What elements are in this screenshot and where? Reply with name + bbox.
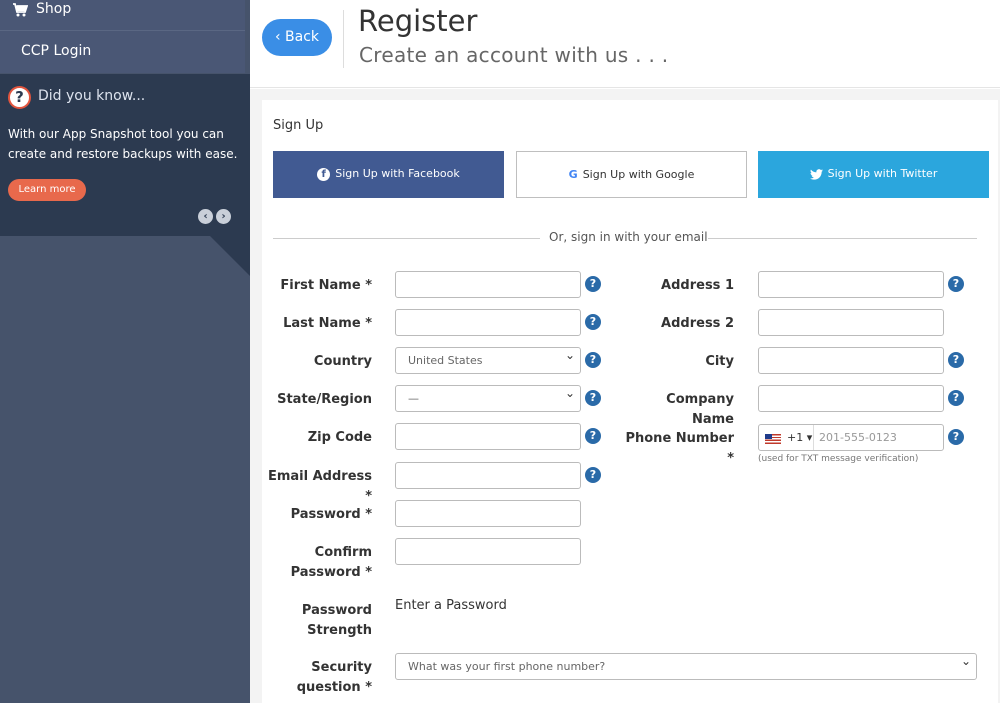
first-name-input[interactable] [395,271,581,298]
section-title: Sign Up [273,118,324,133]
address-2-input[interactable] [758,309,944,336]
confirm-password-input[interactable] [395,538,581,565]
chevron-right-icon[interactable]: › [216,209,231,224]
chevron-left-icon: ‹ [274,29,286,45]
help-icon[interactable]: ? [585,352,601,368]
zip-code-input[interactable] [395,423,581,450]
back-label: Back [285,29,320,45]
help-icon[interactable]: ? [585,428,601,444]
company-name-input[interactable] [758,385,944,412]
facebook-label: Sign Up with Facebook [335,167,460,180]
phone-country-code[interactable]: +1 ▾ [787,425,812,450]
last-name-label: Last Name * [283,316,372,331]
state-region-label: State/Region [277,392,372,407]
facebook-signup-button[interactable]: f Sign Up with Facebook [273,151,504,198]
phone-number-input[interactable]: +1 ▾ 201-555-0123 [758,424,944,451]
state-region-select[interactable]: — [395,381,581,412]
email-address-input[interactable] [395,462,581,489]
register-form-card: Sign Up f Sign Up with Facebook G Sign Up … [262,100,998,703]
company-name-label: Company Name [666,392,734,427]
confirm-password-label: Confirm Password * [262,543,372,583]
did-you-know-panel: ? Did you know... With our App Snapshot … [0,74,250,236]
page-title: Register [358,4,478,38]
last-name-input[interactable] [395,309,581,336]
city-label: City [705,354,734,369]
page-subtitle: Create an account with us . . . [359,43,669,67]
confirm-password-label-line2: Password * [290,565,372,580]
help-icon[interactable]: ? [585,467,601,483]
panel-tail [210,236,250,276]
google-label: Sign Up with Google [582,168,695,181]
country-select[interactable]: United States [395,343,581,374]
sidebar-item-shop[interactable]: Shop [0,0,245,30]
password-strength-value: Enter a Password [395,598,507,613]
phone-hint: (used for TXT message verification) [758,454,919,464]
help-icon[interactable]: ? [948,429,964,445]
main-content: Sign Up f Sign Up with Facebook G Sign Up … [250,89,1000,703]
facebook-icon: f [317,167,331,181]
divider-line [708,238,977,239]
phone-placeholder: 201-555-0123 [819,431,897,444]
sidebar-item-label: CCP Login [21,43,92,59]
password-strength-label: Password Strength [262,601,372,641]
security-question-select[interactable]: What was your first phone number? [395,649,977,680]
back-button[interactable]: ‹ Back [262,19,332,56]
chevron-left-icon[interactable]: ‹ [198,209,213,224]
confirm-password-label-line1: Confirm [314,545,372,560]
twitter-icon [809,168,823,180]
password-input[interactable] [395,500,581,527]
security-question-label-line1: Security [311,660,372,675]
zip-code-label: Zip Code [307,430,372,445]
sidebar-item-label: Shop [36,1,72,17]
twitter-label: Sign Up with Twitter [827,167,938,180]
address-1-label: Address 1 [661,278,734,293]
password-strength-label-line2: Strength [307,623,372,638]
help-icon[interactable]: ? [585,314,601,330]
sidebar-item-ccp-login[interactable]: CCP Login [0,31,245,73]
help-icon[interactable]: ? [585,390,601,406]
phone-divider [813,425,814,450]
security-question-label-line2: question * [296,680,372,695]
help-icon[interactable]: ? [948,352,964,368]
help-icon[interactable]: ? [585,276,601,292]
phone-number-label-line1: Phone Number [625,431,734,446]
password-label: Password * [290,507,372,522]
twitter-signup-button[interactable]: Sign Up with Twitter [758,151,989,198]
password-strength-label-line1: Password [301,603,372,618]
did-you-know-title: Did you know... [38,88,146,104]
help-icon[interactable]: ? [948,276,964,292]
security-question-label: Security question * [262,658,372,698]
shopping-cart-icon [13,3,28,17]
address-2-label: Address 2 [661,316,734,331]
learn-more-button[interactable]: Learn more [8,179,86,201]
google-signup-button[interactable]: G Sign Up with Google [516,151,747,198]
country-label: Country [313,354,372,369]
email-address-label: Email Address * [267,469,372,504]
first-name-label: First Name * [280,278,372,293]
us-flag-icon[interactable] [765,434,781,444]
help-icon[interactable]: ? [948,390,964,406]
phone-number-label: Phone Number * [622,429,734,469]
phone-number-label-line2: * [727,451,734,466]
header-divider [343,10,344,68]
divider-text: Or, sign in with your email [549,230,708,244]
city-input[interactable] [758,347,944,374]
divider-line [273,238,540,239]
did-you-know-text: With our App Snapshot tool you can creat… [8,127,238,161]
sidebar: Shop CCP Login ? Did you know... With ou… [0,0,250,703]
question-icon: ? [8,86,31,109]
address-1-input[interactable] [758,271,944,298]
google-icon: G [568,168,578,181]
page-header: ‹ Back Register Create an account with u… [250,0,1000,88]
